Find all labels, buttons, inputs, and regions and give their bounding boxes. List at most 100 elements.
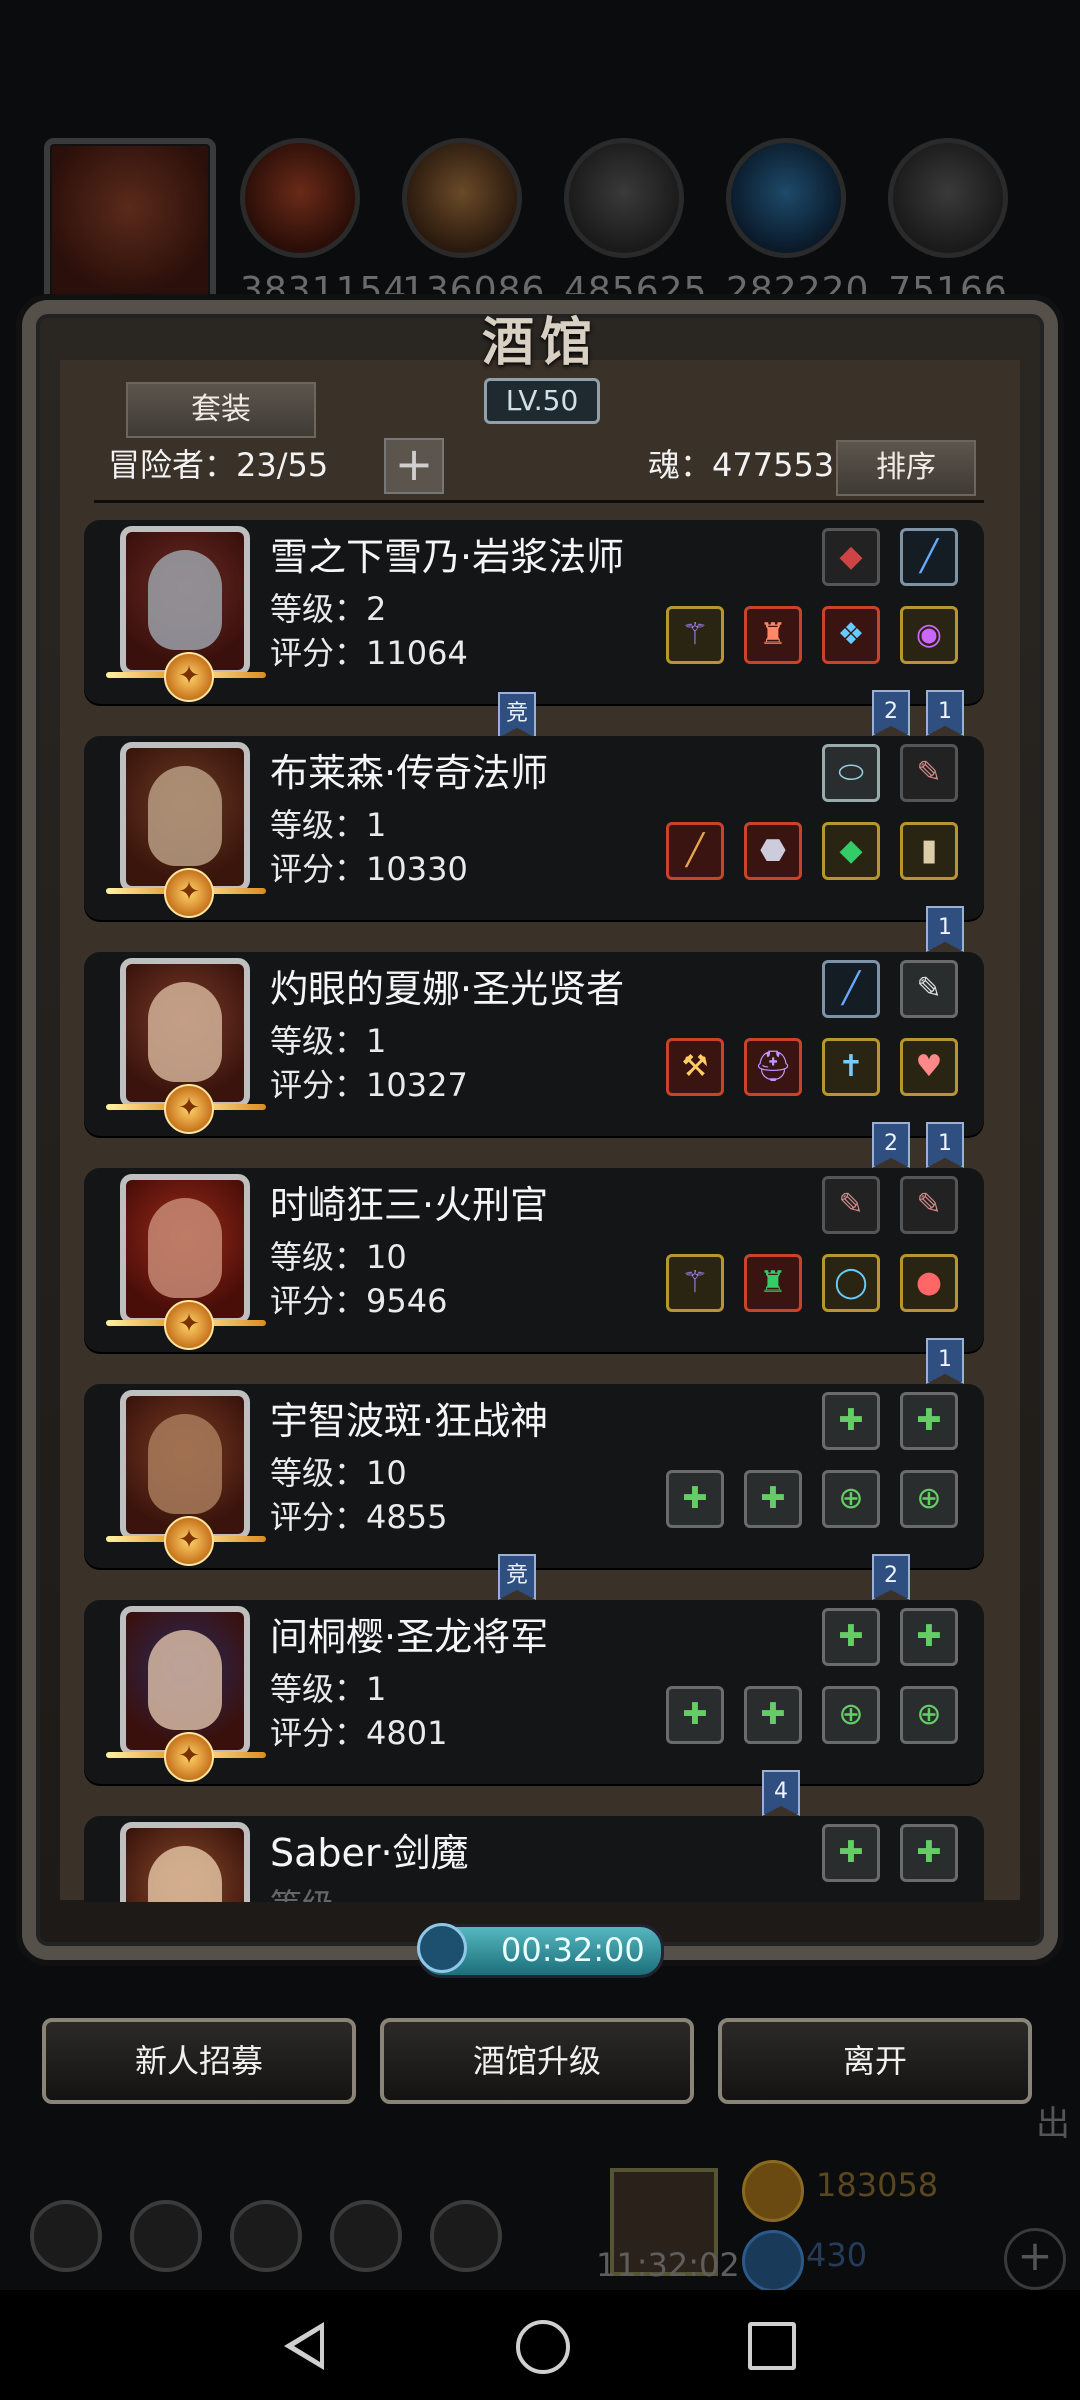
equip-slot[interactable]: ╱	[666, 822, 724, 880]
mail-icon[interactable]	[330, 2200, 402, 2272]
equip-slot[interactable]: ⚒	[666, 1038, 724, 1096]
hero-name: Saber·剑魔	[270, 1831, 469, 1875]
equip-slot[interactable]: ♜	[744, 1254, 802, 1312]
equip-slot-empty[interactable]: ✚	[744, 1470, 802, 1528]
book-icon[interactable]	[230, 2200, 302, 2272]
equip-slot[interactable]: ✎	[822, 1176, 880, 1234]
equip-slot-empty[interactable]: ✚	[822, 1824, 880, 1882]
skull-orb-icon: ●	[915, 1265, 943, 1300]
clock-icon	[417, 1923, 467, 1973]
equip-slot[interactable]: ⛑	[744, 1038, 802, 1096]
rank-emblem-icon: ✦	[164, 1516, 214, 1566]
equip-slot[interactable]: ▮	[900, 822, 958, 880]
equip-slot[interactable]: ╱	[900, 528, 958, 586]
equip-slot-empty[interactable]: ⊕	[900, 1470, 958, 1528]
hero-score: 评分：11064	[270, 634, 468, 672]
equip-slot[interactable]: ♥	[900, 1038, 958, 1096]
timer-text: 00:32:00	[501, 1931, 645, 1969]
equip-slot[interactable]: ◯	[822, 1254, 880, 1312]
whip-icon: ╱	[919, 539, 939, 574]
recent-apps-icon[interactable]	[748, 2322, 796, 2370]
set-button[interactable]: 套装	[126, 382, 316, 438]
bag-icon[interactable]	[430, 2200, 502, 2272]
hero-name: 雪之下雪乃·岩浆法师	[270, 535, 625, 579]
gear-icon[interactable]	[30, 2200, 102, 2272]
add-adventurer-button[interactable]: +	[384, 438, 444, 494]
boots-icon: ❖	[837, 617, 865, 652]
add-armor-icon: ✚	[760, 1481, 786, 1516]
equip-slot-empty[interactable]: ✚	[822, 1392, 880, 1450]
resource-bar: 3831154 136086 485625 282220 75166	[0, 130, 1080, 311]
resource-wood: 136086	[402, 138, 544, 311]
gold-value: 183058	[816, 2166, 939, 2204]
player-avatar[interactable]	[44, 138, 216, 310]
home-icon[interactable]	[516, 2320, 570, 2374]
hero-card[interactable]: ✦ 间桐樱·圣龙将军 等级：1 评分：4801 ✚ ✚ ✚ ✚ ⊕ ⊕	[84, 1600, 984, 1784]
hero-list[interactable]: ✦ 雪之下雪乃·岩浆法师 等级：2 评分：11064 ◆ ╱ ⚚ ♜ ❖ ◉ 竞…	[84, 512, 984, 1902]
gem-icon	[742, 2230, 804, 2292]
equip-slot[interactable]: ✎	[900, 960, 958, 1018]
feather-icon: ✎	[838, 1187, 864, 1222]
count-ribbon: 1	[926, 690, 964, 736]
equip-slot[interactable]: ◆	[822, 822, 880, 880]
hero-name: 灼眼的夏娜·圣光贤者	[270, 967, 625, 1011]
eye-orb-icon: ◉	[915, 617, 943, 652]
hero-card[interactable]: ✦ 宇智波斑·狂战神 等级：10 评分：4855 ✚ ✚ ✚ ✚ ⊕ ⊕	[84, 1384, 984, 1568]
hero-card[interactable]: ✦ 布莱森·传奇法师 等级：1 评分：10330 ⬭ ✎ ╱ ⬣ ◆ ▮	[84, 736, 984, 920]
equip-slot[interactable]: ●	[900, 1254, 958, 1312]
gold-coin-icon	[742, 2160, 804, 2222]
recruit-button[interactable]: 新人招募	[42, 2018, 356, 2104]
equip-slot-empty[interactable]: ⊕	[822, 1686, 880, 1744]
equip-slot-empty[interactable]: ✚	[744, 1686, 802, 1744]
server-time: 11:32:02	[596, 2246, 740, 2284]
equip-slot[interactable]: ✎	[900, 1176, 958, 1234]
upgrade-tavern-button[interactable]: 酒馆升级	[380, 2018, 694, 2104]
system-nav-bar	[0, 2290, 1080, 2400]
soul-counter: 魂：477553	[648, 446, 835, 484]
equip-slot[interactable]: ✎	[900, 744, 958, 802]
equip-slot[interactable]: ♜	[744, 606, 802, 664]
blood-orb-icon	[240, 138, 360, 258]
hero-level: 等级	[270, 1880, 334, 1902]
count-ribbon: 1	[926, 1122, 964, 1168]
wand-icon: ╱	[685, 833, 705, 868]
add-equipment-icon: ✚	[916, 1835, 942, 1870]
count-ribbon: 1	[926, 1338, 964, 1384]
equip-slot[interactable]: ❖	[822, 606, 880, 664]
hero-level: 等级：10	[270, 1454, 407, 1492]
rank-emblem-icon: ✦	[164, 1300, 214, 1350]
equip-slot-empty[interactable]: ⊕	[822, 1470, 880, 1528]
equip-slot-empty[interactable]: ✚	[900, 1824, 958, 1882]
staff-icon: ⚚	[681, 617, 709, 652]
add-currency-button[interactable]: +	[1004, 2228, 1066, 2290]
equip-slot-empty[interactable]: ✚	[822, 1608, 880, 1666]
rank-emblem-icon: ✦	[164, 868, 214, 918]
hero-level: 等级：2	[270, 590, 387, 628]
add-ring-icon: ⊕	[838, 1481, 864, 1516]
equip-slot[interactable]: ◆	[822, 528, 880, 586]
equip-slot[interactable]: ◉	[900, 606, 958, 664]
hero-card[interactable]: ✦ 时崎狂三·火刑官 等级：10 评分：9546 ✎ ✎ ⚚ ♜ ◯ ●	[84, 1168, 984, 1352]
equip-slot[interactable]: ✝	[822, 1038, 880, 1096]
equip-slot-empty[interactable]: ⊕	[900, 1686, 958, 1744]
star-icon[interactable]	[130, 2200, 202, 2272]
equip-slot-empty[interactable]: ✚	[666, 1686, 724, 1744]
sort-button[interactable]: 排序	[836, 440, 976, 496]
hero-card[interactable]: Saber·剑魔 等级 ✚ ✚	[84, 1816, 984, 1902]
resource-blood: 3831154	[240, 138, 406, 311]
equip-slot[interactable]: ⬣	[744, 822, 802, 880]
hero-level: 等级：1	[270, 1022, 387, 1060]
equip-slot-empty[interactable]: ✚	[900, 1392, 958, 1450]
equip-slot-empty[interactable]: ✚	[666, 1470, 724, 1528]
hero-card[interactable]: ✦ 雪之下雪乃·岩浆法师 等级：2 评分：11064 ◆ ╱ ⚚ ♜ ❖ ◉	[84, 520, 984, 704]
armor-icon: ♜	[759, 617, 787, 652]
hero-card[interactable]: ✦ 灼眼的夏娜·圣光贤者 等级：1 评分：10327 ╱ ✎ ⚒ ⛑ ✝ ♥	[84, 952, 984, 1136]
equip-slot[interactable]: ⚚	[666, 1254, 724, 1312]
equip-slot[interactable]: ⬭	[822, 744, 880, 802]
leave-button[interactable]: 离开	[718, 2018, 1032, 2104]
scroll-icon: ⬭	[838, 755, 864, 790]
equip-slot-empty[interactable]: ✚	[900, 1608, 958, 1666]
hero-name: 布莱森·传奇法师	[270, 751, 549, 795]
equip-slot[interactable]: ╱	[822, 960, 880, 1018]
equip-slot[interactable]: ⚚	[666, 606, 724, 664]
